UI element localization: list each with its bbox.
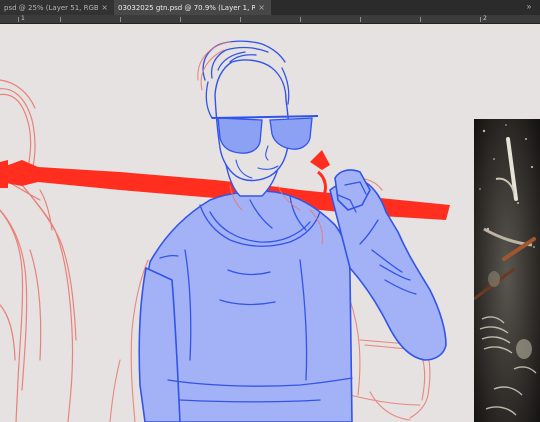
ruler-tick: [180, 17, 181, 22]
ruler-tick: [360, 17, 361, 22]
artwork: [0, 40, 450, 422]
ruler-tick: [480, 17, 481, 22]
ruler-tick: [60, 17, 61, 22]
tab-label: 03032025 gtn.psd @ 70.9% (Layer 1, RGB/8…: [118, 3, 256, 12]
ruler-label: 2: [483, 15, 487, 22]
tab-overflow-icon[interactable]: »: [524, 2, 534, 12]
tab-label: psd @ 25% (Layer 51, RGB/8#) *: [4, 3, 99, 12]
tab-previous-document[interactable]: psd @ 25% (Layer 51, RGB/8#) * ×: [0, 0, 114, 15]
reference-photo: [474, 119, 540, 422]
tab-current-document[interactable]: 03032025 gtn.psd @ 70.9% (Layer 1, RGB/8…: [114, 0, 271, 15]
document-canvas[interactable]: [0, 24, 540, 422]
ruler-label: 1: [21, 15, 25, 22]
ruler-tick: [420, 17, 421, 22]
ruler-tick: [120, 17, 121, 22]
close-icon[interactable]: ×: [258, 3, 265, 12]
document-tab-bar: psd @ 25% (Layer 51, RGB/8#) * × 0303202…: [0, 0, 540, 15]
ruler-tick: [240, 17, 241, 22]
ruler-tick: [18, 17, 19, 22]
sketch-figure-left: [0, 79, 77, 422]
close-icon[interactable]: ×: [101, 3, 108, 12]
horizontal-ruler[interactable]: 1 2: [0, 15, 540, 24]
ruler-tick: [300, 17, 301, 22]
